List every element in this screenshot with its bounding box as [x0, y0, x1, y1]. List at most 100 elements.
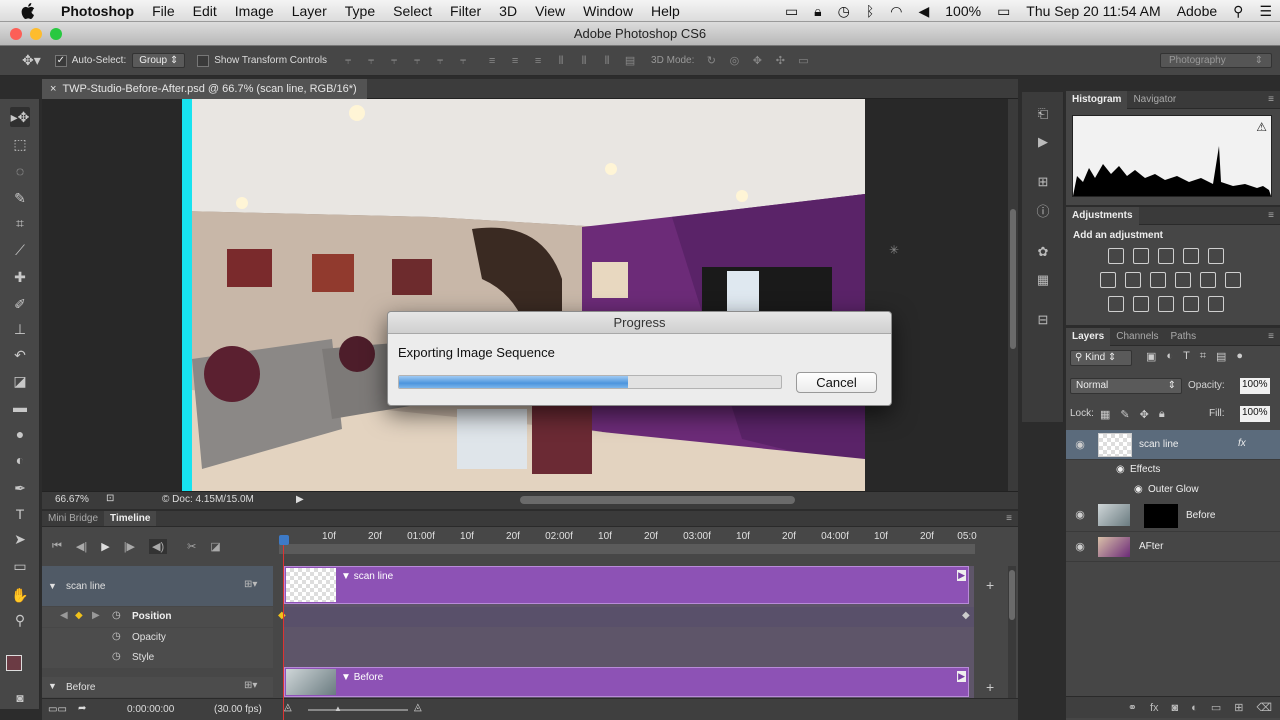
opacity-input[interactable]: 100% — [1240, 378, 1270, 394]
document-image[interactable] — [182, 99, 865, 491]
workspace-switcher[interactable]: Photography ⇕ — [1160, 53, 1272, 68]
zoom-level[interactable]: 66.67% — [55, 494, 89, 505]
clip-before[interactable]: ▼ Before ▶ — [284, 667, 969, 697]
tab-navigator[interactable]: Navigator — [1127, 91, 1182, 109]
render-video-icon[interactable]: ➦ — [78, 703, 86, 714]
layer-after[interactable]: ◉ AFter — [1066, 532, 1280, 562]
tab-paths[interactable]: Paths — [1165, 328, 1203, 346]
align-top-icon[interactable]: ⫧ — [341, 54, 355, 68]
distribute-vcenter-icon[interactable]: ≡ — [508, 54, 522, 68]
wifi-icon[interactable]: ◠ — [882, 3, 910, 20]
clone-stamp-tool-icon[interactable]: ⊥ — [10, 319, 30, 339]
track-scan-line[interactable]: ▼ scan line ⊞▾ — [42, 566, 273, 606]
collapse-track-icon[interactable]: ▼ — [48, 681, 57, 691]
volume-icon[interactable]: ◀︎ — [910, 3, 937, 20]
panel-menu-icon[interactable]: ≡ — [1006, 511, 1012, 526]
prop-opacity[interactable]: ◷ Opacity — [42, 628, 273, 648]
visibility-eye-icon[interactable]: ◉ — [1074, 439, 1086, 451]
scan-line[interactable] — [182, 99, 192, 491]
close-window-icon[interactable] — [10, 28, 22, 40]
filter-type-icon[interactable]: T — [1183, 350, 1190, 363]
filter-adjustment-icon[interactable]: ◐ — [1166, 350, 1173, 363]
add-mask-icon[interactable]: ◙ — [1172, 702, 1179, 714]
previous-frame-icon[interactable]: ◀| — [76, 540, 87, 553]
gradient-map-adjustment-icon[interactable] — [1208, 296, 1224, 312]
add-style-icon[interactable]: fx — [1150, 702, 1159, 714]
filter-pixel-icon[interactable]: ▣ — [1146, 350, 1156, 363]
quick-selection-tool-icon[interactable]: ✎ — [10, 188, 30, 208]
path-selection-tool-icon[interactable]: ➤ — [10, 529, 30, 549]
blur-tool-icon[interactable]: ● — [10, 424, 30, 444]
first-frame-icon[interactable]: ⏮ — [52, 540, 62, 553]
time-ruler[interactable]: 10f 20f 01:00f 10f 20f 02:00f 10f 20f 03… — [279, 529, 977, 563]
outer-glow-row[interactable]: ◉ Outer Glow — [1066, 480, 1280, 500]
transition-icon[interactable]: ◪ — [210, 540, 220, 553]
swatches-panel-icon[interactable]: ▦ — [1035, 272, 1051, 288]
work-area-bar[interactable] — [279, 544, 975, 554]
3d-scale-icon[interactable]: ▭ — [796, 54, 810, 68]
menu-layer[interactable]: Layer — [283, 3, 336, 19]
lock-image-icon[interactable]: ✎ — [1120, 408, 1129, 421]
zoom-out-icon[interactable]: ◬ — [284, 702, 292, 713]
brush-tool-icon[interactable]: ✐ — [10, 294, 30, 314]
zoom-tool-icon[interactable]: ⚲ — [10, 610, 30, 630]
share-icon[interactable]: ⊡ — [106, 493, 114, 504]
audio-icon[interactable]: ◀︎) — [149, 538, 168, 554]
add-media-icon[interactable]: + — [986, 679, 994, 695]
actions-panel-icon[interactable]: ▶ — [1035, 134, 1051, 150]
tab-layers[interactable]: Layers — [1066, 327, 1111, 346]
current-time[interactable]: 0:00:00:00 — [127, 704, 174, 715]
track-options-icon[interactable]: ⊞▾ — [244, 579, 257, 590]
playhead-handle[interactable] — [279, 535, 289, 545]
battery-icon[interactable]: ▭ — [989, 3, 1018, 20]
add-media-icon[interactable]: + — [986, 577, 994, 593]
play-icon[interactable]: ▶ — [101, 540, 109, 553]
filter-smart-object-icon[interactable]: ▤ — [1216, 350, 1226, 363]
shape-tool-icon[interactable]: ▭ — [10, 556, 30, 576]
foreground-color-swatch[interactable] — [6, 655, 22, 671]
align-left-icon[interactable]: ⫧ — [410, 54, 424, 68]
menu-type[interactable]: Type — [336, 3, 384, 19]
next-keyframe-icon[interactable]: ▶ — [92, 610, 100, 621]
align-vcenter-icon[interactable]: ⫧ — [364, 54, 378, 68]
auto-align-icon[interactable]: ▤ — [623, 54, 637, 68]
gradient-tool-icon[interactable]: ▬ — [10, 397, 30, 417]
panel-menu-icon[interactable]: ≡ — [1268, 94, 1274, 105]
curves-adjustment-icon[interactable] — [1158, 248, 1174, 264]
vibrance-adjustment-icon[interactable] — [1208, 248, 1224, 264]
type-tool-icon[interactable]: T — [10, 504, 30, 524]
transform-controls-checkbox[interactable] — [197, 54, 210, 67]
new-adjustment-icon[interactable]: ◐ — [1191, 702, 1198, 714]
pen-tool-icon[interactable]: ✒ — [10, 478, 30, 498]
layer-name[interactable]: scan line — [1139, 439, 1178, 450]
prev-keyframe-icon[interactable]: ◀ — [60, 610, 68, 621]
status-menu-arrow-icon[interactable]: ▶ — [296, 494, 304, 505]
document-tab[interactable]: × TWP-Studio-Before-After.psd @ 66.7% (sc… — [42, 79, 367, 99]
convert-frame-animation-icon[interactable]: ▭▭ — [48, 704, 67, 715]
menu-edit[interactable]: Edit — [184, 3, 226, 19]
menu-view[interactable]: View — [526, 3, 574, 19]
display-icon[interactable]: ▭ — [777, 3, 806, 20]
menu-help[interactable]: Help — [642, 3, 689, 19]
threshold-adjustment-icon[interactable] — [1158, 296, 1174, 312]
zoom-slider-thumb-icon[interactable]: ▲ — [334, 704, 342, 713]
auto-select-dropdown[interactable]: Group ⇕ — [132, 53, 186, 68]
canvas-horizontal-scrollbar[interactable] — [520, 496, 795, 504]
color-balance-adjustment-icon[interactable] — [1125, 272, 1141, 288]
black-white-adjustment-icon[interactable] — [1150, 272, 1166, 288]
3d-drag-icon[interactable]: ✥ — [750, 54, 764, 68]
distribute-top-icon[interactable]: ≡ — [485, 54, 499, 68]
lock-position-icon[interactable]: ✥ — [1140, 408, 1149, 421]
hue-saturation-adjustment-icon[interactable] — [1100, 272, 1116, 288]
info-panel-icon[interactable]: ⓘ — [1035, 204, 1051, 220]
collapse-track-icon[interactable]: ▼ — [48, 581, 57, 591]
healing-brush-tool-icon[interactable]: ✚ — [10, 267, 30, 287]
move-tool-icon[interactable]: ▸✥ — [10, 107, 30, 127]
zoom-in-icon[interactable]: ◬ — [414, 702, 422, 713]
brush-presets-icon[interactable]: ⊞ — [1035, 174, 1051, 190]
filter-shape-icon[interactable]: ⌗ — [1200, 350, 1206, 363]
clip-end-icon[interactable]: ▶ — [957, 570, 966, 581]
3d-rotate-icon[interactable]: ↻ — [704, 54, 718, 68]
layer-name[interactable]: Before — [1186, 510, 1215, 521]
hand-tool-icon[interactable]: ✋ — [10, 585, 30, 605]
